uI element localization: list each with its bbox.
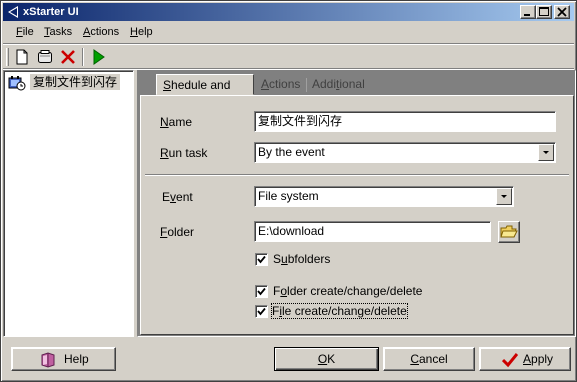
checkmark-icon: [502, 353, 518, 368]
toolbar: [3, 45, 574, 69]
tree-item-label: 复制文件到闪存: [30, 74, 121, 90]
cancel-button[interactable]: Cancel: [383, 347, 475, 371]
menu-tasks[interactable]: Tasks: [44, 26, 72, 38]
file-events-checkbox[interactable]: [255, 305, 268, 318]
close-button[interactable]: [554, 5, 570, 19]
event-select[interactable]: File system: [254, 186, 514, 207]
schedule-panel: Name 复制文件到闪存 Run task By the event Event…: [140, 95, 574, 335]
chevron-down-icon[interactable]: [538, 144, 554, 161]
folder-events-label[interactable]: Folder create/change/delete: [273, 284, 422, 298]
event-value: File system: [258, 189, 319, 203]
toolbar-separator: [82, 48, 84, 66]
file-events-label[interactable]: File create/change/delete: [271, 303, 408, 319]
tab-separator: [306, 78, 307, 92]
name-input[interactable]: 复制文件到闪存: [254, 111, 556, 132]
subfolders-checkbox[interactable]: [255, 253, 268, 266]
run-task-label: Run task: [160, 146, 208, 160]
tab-additional[interactable]: Additional: [312, 74, 365, 95]
chevron-down-icon[interactable]: [496, 188, 512, 205]
open-task-icon[interactable]: [36, 48, 54, 66]
folder-open-icon: [500, 225, 518, 238]
section-divider: [145, 174, 569, 176]
event-label: Event: [162, 190, 193, 204]
menu-help[interactable]: Help: [130, 26, 153, 38]
run-task-value: By the event: [258, 145, 325, 159]
subfolders-label[interactable]: Subfolders: [273, 252, 330, 266]
apply-button[interactable]: Apply: [479, 347, 571, 371]
menu-actions[interactable]: Actions: [83, 26, 119, 38]
check-icon: [257, 307, 266, 316]
run-icon[interactable]: [89, 48, 107, 66]
minimize-icon: [524, 14, 530, 16]
help-book-icon: [41, 352, 55, 368]
folder-label: Folder: [160, 225, 195, 239]
app-icon: [8, 6, 18, 18]
check-icon: [257, 255, 266, 264]
ok-button[interactable]: OK: [274, 347, 379, 371]
minimize-button[interactable]: [520, 5, 536, 19]
maximize-button[interactable]: [536, 5, 552, 19]
window-title: xStarter UI: [23, 6, 79, 18]
check-icon: [257, 287, 266, 296]
menu-file[interactable]: File: [16, 26, 34, 38]
help-button[interactable]: Help: [11, 347, 116, 371]
browse-folder-button[interactable]: [498, 221, 520, 243]
task-tree[interactable]: 复制文件到闪存: [3, 70, 134, 337]
run-task-select[interactable]: By the event: [254, 142, 556, 163]
new-document-icon[interactable]: [13, 48, 31, 66]
toolbar-grip[interactable]: [6, 48, 9, 66]
close-icon: [557, 7, 567, 17]
folder-input[interactable]: E:\download: [254, 221, 491, 242]
title-bar[interactable]: xStarter UI: [3, 3, 574, 21]
menu-bar: File Tasks Actions Help: [3, 23, 574, 43]
tab-actions[interactable]: Actions: [261, 74, 300, 95]
name-label: Name: [160, 115, 193, 129]
main-window: xStarter UI File Tasks Actions Help 复制文件…: [0, 0, 577, 382]
maximize-icon: [539, 7, 549, 16]
tab-schedule-and-info[interactable]: Shedule and info: [156, 74, 254, 112]
folder-events-checkbox[interactable]: [255, 285, 268, 298]
help-button-label: Help: [64, 352, 89, 366]
delete-icon[interactable]: [59, 48, 77, 66]
task-scheduler-icon: [8, 76, 26, 91]
